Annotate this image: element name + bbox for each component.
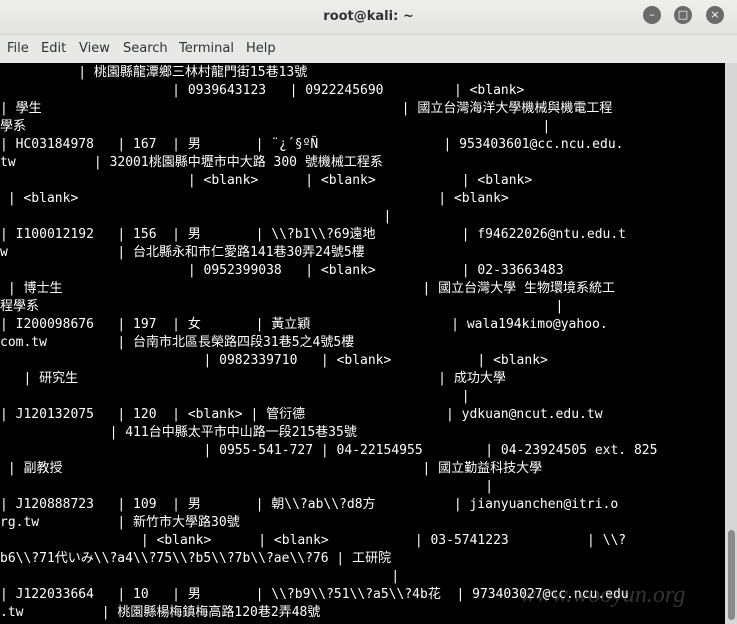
terminal-line: 學系 | bbox=[0, 119, 551, 134]
terminal-line: | <blank> | <blank> bbox=[0, 191, 509, 206]
terminal-line: w | 台北縣永和市仁愛路141巷30弄24號5樓 bbox=[0, 245, 365, 260]
terminal-line: | 博士生 | 國立台灣大學 生物環境系統工 bbox=[0, 281, 615, 296]
terminal-line: | J120132075 | 120 | <blank> | 管衍德 | ydk… bbox=[0, 407, 603, 422]
terminal-window: root@kali: ~ – □ × File Edit View Search… bbox=[0, 0, 737, 624]
close-icon[interactable]: × bbox=[706, 6, 724, 24]
terminal-line: | 學生 | 國立台灣海洋大學機械與機電工程 bbox=[0, 101, 613, 116]
terminal-line: | J120888723 | 109 | 男 | 朝\\?ab\\?d8方 | … bbox=[0, 497, 619, 512]
terminal-line: rg.tw | 新竹市大學路30號 bbox=[0, 515, 240, 530]
menu-bar: File Edit View Search Terminal Help bbox=[0, 35, 737, 63]
terminal-line: 程學系 | bbox=[0, 299, 564, 314]
terminal-line: | 411台中縣太平市中山路一段215巷35號 bbox=[0, 425, 357, 440]
terminal-line: | 0982339710 | <blank> | <blank> bbox=[0, 353, 548, 368]
title-bar[interactable]: root@kali: ~ – □ × bbox=[0, 0, 737, 35]
menu-help[interactable]: Help bbox=[246, 41, 276, 56]
terminal-line: | <blank> | <blank> | <blank> bbox=[0, 173, 533, 188]
terminal-line: | HC03184978 | 167 | 男 | ¨¿´§ºÑ | 953403… bbox=[0, 137, 624, 152]
terminal-line: tw | 32001桃園縣中壢市中大路 300 號機械工程系 bbox=[0, 155, 383, 170]
terminal-line: | <blank> | <blank> | 03-5741223 | \\? bbox=[0, 533, 627, 548]
terminal-line: | 0955-541-727 | 04-22154955 | 04-239245… bbox=[0, 443, 658, 458]
terminal-line: .tw | 桃園縣楊梅鎮梅高路120巷2弄48號 bbox=[0, 605, 321, 620]
terminal-line: | 研究生 | 成功大學 bbox=[0, 371, 506, 386]
terminal-line: | 副教授 | 國立勤益科技大學 bbox=[0, 461, 543, 476]
minimize-icon[interactable]: – bbox=[643, 6, 661, 24]
terminal-line: b6\\?71代いみ\\?a4\\?75\\?b5\\?7b\\?ae\\?76… bbox=[0, 551, 392, 566]
terminal-line: | I200098676 | 197 | 女 | 黃立穎 | wala194ki… bbox=[0, 317, 608, 332]
vertical-scrollbar[interactable] bbox=[725, 63, 737, 624]
terminal-line: | bbox=[0, 389, 470, 404]
scrollbar-thumb[interactable] bbox=[728, 530, 735, 620]
maximize-icon[interactable]: □ bbox=[674, 6, 692, 24]
watermark: www.wooyun.org bbox=[520, 582, 686, 608]
terminal-line: | bbox=[0, 569, 400, 584]
terminal-output[interactable]: | 桃園縣龍潭鄉三林村龍門街15巷13號 | 0939643123 | 0922… bbox=[0, 63, 725, 624]
window-title: root@kali: ~ bbox=[323, 9, 414, 24]
terminal-line: | 0939643123 | 0922245690 | <blank> bbox=[0, 83, 525, 98]
menu-terminal[interactable]: Terminal bbox=[179, 41, 234, 56]
menu-file[interactable]: File bbox=[7, 41, 29, 56]
menu-view[interactable]: View bbox=[79, 41, 110, 56]
menu-search[interactable]: Search bbox=[123, 41, 168, 56]
terminal-line: | I100012192 | 156 | 男 | \\?b1\\?69遠地 | … bbox=[0, 227, 626, 242]
terminal-line: | bbox=[0, 479, 494, 494]
menu-edit[interactable]: Edit bbox=[41, 41, 66, 56]
terminal-line: | 0952399038 | <blank> | 02-33663483 bbox=[0, 263, 564, 278]
terminal-line: com.tw | 台南市北區長榮路四段31巷5之4號5樓 bbox=[0, 335, 355, 350]
terminal-line: | bbox=[0, 209, 392, 224]
terminal-line: | 桃園縣龍潭鄉三林村龍門街15巷13號 bbox=[0, 65, 308, 80]
